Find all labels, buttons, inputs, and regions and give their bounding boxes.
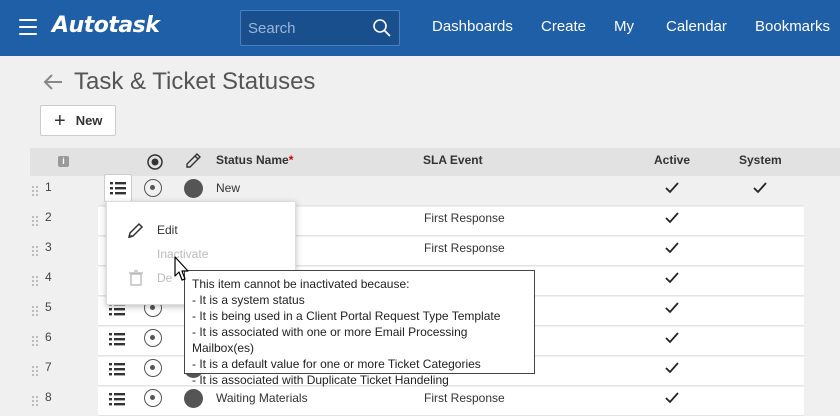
row-number: 2	[45, 210, 52, 224]
nav-calendar[interactable]: Calendar	[666, 18, 727, 35]
row-number-area	[30, 327, 98, 357]
info-icon[interactable]: i	[58, 156, 69, 167]
menu-item-delete-label: De	[157, 271, 173, 285]
column-status-name[interactable]: Status Name*	[216, 153, 293, 167]
menu-item-delete[interactable]: De	[127, 267, 172, 289]
row-number-area	[30, 177, 98, 207]
hamburger-menu-icon[interactable]	[19, 19, 37, 35]
row-number: 4	[45, 270, 52, 284]
page-title: Task & Ticket Statuses	[74, 68, 316, 95]
grid-header: i Status Name* SLA Event Active System	[30, 148, 840, 176]
search-icon[interactable]	[372, 18, 392, 38]
drag-handle-icon[interactable]	[32, 396, 38, 408]
drag-handle-icon[interactable]	[32, 186, 38, 198]
drag-handle-icon[interactable]	[32, 276, 38, 288]
drag-handle-icon[interactable]	[32, 336, 38, 348]
tooltip-reason: - It is a system status	[192, 293, 305, 307]
system-check-icon	[752, 180, 768, 196]
active-check-icon	[664, 210, 680, 226]
new-button[interactable]: + New	[40, 105, 116, 136]
search-box[interactable]	[240, 10, 400, 46]
row-number-area	[30, 297, 98, 327]
drag-handle-icon[interactable]	[32, 246, 38, 258]
drag-handle-icon[interactable]	[32, 216, 38, 228]
row-menu-icon[interactable]	[108, 390, 126, 408]
color-picker-header-icon	[186, 153, 201, 168]
pencil-icon	[127, 222, 144, 239]
default-radio-header-icon	[147, 154, 163, 170]
tooltip-reason: - It is a default value for one or more …	[192, 357, 481, 371]
column-sla-event[interactable]: SLA Event	[423, 153, 483, 167]
active-check-icon	[664, 270, 680, 286]
row-number: 1	[45, 180, 52, 194]
row-number: 5	[45, 300, 52, 314]
default-radio-icon[interactable]	[144, 359, 162, 377]
tooltip-reason: - It is being used in a Client Portal Re…	[192, 309, 501, 323]
row-number: 3	[45, 240, 52, 254]
sla-event: First Response	[424, 391, 505, 405]
menu-item-edit-label: Edit	[157, 223, 178, 237]
column-active[interactable]: Active	[654, 153, 690, 167]
active-check-icon	[664, 300, 680, 316]
row-number-area	[30, 237, 98, 267]
default-radio-icon[interactable]	[144, 179, 162, 197]
column-system[interactable]: System	[739, 153, 782, 167]
row-number-area	[30, 387, 98, 416]
row-menu-icon[interactable]	[108, 360, 126, 378]
active-check-icon	[664, 180, 680, 196]
plus-icon: +	[54, 109, 66, 132]
nav-bookmarks[interactable]: Bookmarks	[755, 18, 830, 35]
trash-icon	[129, 270, 143, 286]
default-radio-icon[interactable]	[144, 329, 162, 347]
top-nav-bar: Autotask Dashboards Create My Calendar B…	[0, 0, 840, 56]
nav-my[interactable]: My	[614, 18, 634, 35]
mouse-cursor-icon	[174, 256, 189, 281]
nav-create[interactable]: Create	[541, 18, 586, 35]
inactivate-tooltip: This item cannot be inactivated because:…	[184, 270, 535, 387]
active-check-icon	[664, 360, 680, 376]
default-radio-icon[interactable]	[144, 389, 162, 407]
sla-event: First Response	[424, 211, 505, 225]
tooltip-reason: - It is associated with one or more Emai…	[192, 325, 468, 355]
active-check-icon	[664, 330, 680, 346]
status-name: New	[216, 181, 241, 195]
autotask-logo[interactable]: Autotask	[52, 13, 160, 38]
tooltip-reason: - It is associated with Duplicate Ticket…	[192, 373, 449, 387]
row-number-area	[30, 357, 98, 387]
table-row[interactable]: 8 Waiting Materials First Response	[30, 387, 840, 416]
row-number: 6	[45, 330, 52, 344]
row-number-area	[30, 207, 98, 237]
row-number: 8	[45, 390, 52, 404]
status-color-dot	[184, 179, 203, 198]
row-menu-icon[interactable]	[104, 174, 132, 202]
nav-dashboards[interactable]: Dashboards	[432, 18, 513, 35]
drag-handle-icon[interactable]	[32, 366, 38, 378]
status-color-dot	[184, 389, 203, 408]
row-number-area	[30, 267, 98, 297]
drag-handle-icon[interactable]	[32, 306, 38, 318]
active-check-icon	[664, 240, 680, 256]
active-check-icon	[664, 390, 680, 406]
menu-item-edit[interactable]: Edit	[127, 219, 178, 241]
sla-event: First Response	[424, 241, 505, 255]
tooltip-heading: This item cannot be inactivated because:	[192, 277, 410, 291]
back-arrow-icon[interactable]	[42, 71, 64, 93]
search-input[interactable]	[241, 11, 371, 45]
row-number: 7	[45, 360, 52, 374]
status-name: Waiting Materials	[216, 391, 308, 405]
row-menu-icon[interactable]	[108, 330, 126, 348]
new-button-label: New	[75, 113, 103, 128]
